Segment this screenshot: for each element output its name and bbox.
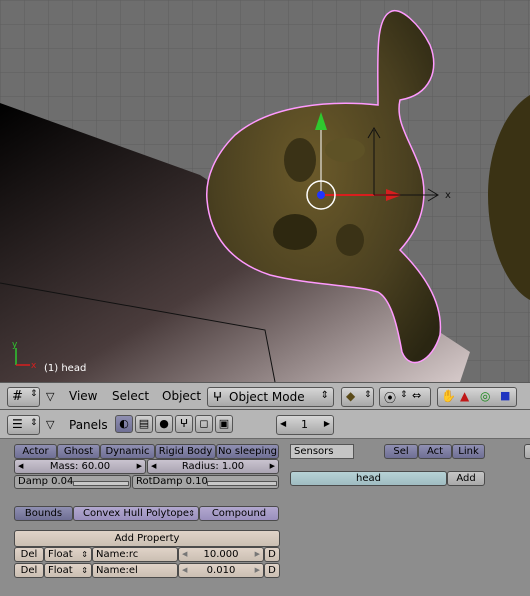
- script-context-icon[interactable]: ▤: [135, 415, 153, 433]
- chevron-updown-icon: ⇕: [81, 566, 88, 575]
- left-arrow-icon: ◀: [280, 419, 287, 428]
- rotdamp-slider-track: [207, 481, 277, 486]
- mass-value: Mass: 60.00: [49, 461, 111, 472]
- property-name-field[interactable]: Name:rc: [92, 547, 178, 562]
- property-debug-toggle[interactable]: D: [264, 547, 280, 562]
- editor-type-button[interactable]: # ⇕: [7, 387, 40, 407]
- property-type-label: Float: [48, 549, 73, 560]
- translate-icon[interactable]: ▲: [460, 389, 469, 403]
- viewport-header: # ⇕ ▽ View Select Object ⵖ Object Mode ⇕…: [0, 382, 530, 410]
- property-value: 10.000: [203, 549, 239, 560]
- mode-label: Object Mode: [229, 390, 305, 404]
- menu-select[interactable]: Select: [112, 389, 149, 403]
- delete-property-button[interactable]: Del: [14, 563, 44, 578]
- viewport-canvas: x x y: [0, 0, 530, 382]
- right-arrow-icon: ▶: [323, 419, 330, 428]
- dynamic-button[interactable]: Dynamic: [100, 444, 155, 459]
- collapse-triangle-icon[interactable]: ▽: [46, 390, 54, 403]
- object-label: (1) head: [44, 363, 87, 374]
- next-column-edge: [524, 444, 530, 459]
- property-type-select[interactable]: Float ⇕: [44, 547, 92, 562]
- rigid-body-button[interactable]: Rigid Body: [155, 444, 216, 459]
- chevron-updown-icon: ⇕: [400, 390, 408, 400]
- collapse-triangle-icon[interactable]: ▽: [46, 418, 54, 431]
- object-context-icon[interactable]: ⵖ: [175, 415, 193, 433]
- right-arrow-icon: ▶: [254, 566, 260, 574]
- 3d-viewport[interactable]: x x y (1) head: [0, 0, 530, 382]
- no-sleeping-button[interactable]: No sleeping: [216, 444, 279, 459]
- mode-select[interactable]: ⵖ Object Mode ⇕: [207, 387, 334, 407]
- buttons-window-icon: ☰: [12, 417, 23, 431]
- rotdamp-slider[interactable]: RotDamp 0.10: [132, 475, 279, 489]
- manipulator-group: ✋ ▲ ◎ ■: [437, 387, 517, 407]
- chevron-updown-icon: ⇕: [320, 390, 329, 401]
- pivot-icon: ⦿: [384, 391, 397, 405]
- scale-icon[interactable]: ■: [500, 389, 510, 402]
- panels-label: Panels: [69, 418, 108, 432]
- bounds-type-select[interactable]: Convex Hull Polytope ⇕: [73, 506, 199, 521]
- chevron-updown-icon: ⇕: [30, 418, 38, 428]
- compound-button[interactable]: Compound: [199, 506, 279, 521]
- svg-text:x: x: [445, 190, 451, 201]
- editor-type-button[interactable]: ☰ ⇕: [7, 415, 40, 435]
- property-type-label: Float: [48, 565, 73, 576]
- sensor-object-name[interactable]: head: [290, 471, 447, 486]
- left-arrow-icon: ◀: [182, 550, 188, 558]
- snap-icon: ⇔: [412, 389, 422, 402]
- property-type-select[interactable]: Float ⇕: [44, 563, 92, 578]
- left-arrow-icon: ◀: [182, 566, 188, 574]
- radius-value: Radius: 1.00: [181, 461, 245, 472]
- pivot-snap-group[interactable]: ⦿ ⇕ ⇔: [379, 387, 431, 407]
- damp-slider[interactable]: Damp 0.04: [14, 475, 131, 489]
- bounds-button[interactable]: Bounds: [14, 506, 73, 521]
- left-arrow-icon: ◀: [18, 462, 24, 470]
- scene-context-icon[interactable]: ▣: [215, 415, 233, 433]
- chevron-updown-icon: ⇕: [81, 550, 88, 559]
- sensors-label: Sensors: [290, 444, 354, 459]
- svg-text:y: y: [12, 340, 18, 350]
- grid-icon: #: [12, 389, 23, 404]
- right-arrow-icon: ▶: [136, 462, 142, 470]
- shading-context-icon[interactable]: ●: [155, 415, 173, 433]
- delete-property-button[interactable]: Del: [14, 547, 44, 562]
- bounds-type-label: Convex Hull Polytope: [82, 508, 190, 519]
- menu-object[interactable]: Object: [162, 389, 201, 403]
- property-value: 0.010: [206, 565, 236, 576]
- object-mode-icon: ⵖ: [213, 390, 223, 404]
- actor-button[interactable]: Actor: [14, 444, 57, 459]
- property-name-field[interactable]: Name:el: [92, 563, 178, 578]
- radius-field[interactable]: ◀ Radius: 1.00 ▶: [147, 459, 279, 474]
- chevron-updown-icon: ⇕: [30, 389, 38, 399]
- draw-type-select[interactable]: ◆ ⇕: [341, 387, 374, 407]
- buttons-header: ☰ ⇕ ▽ Panels ◐ ▤ ● ⵖ ◻ ▣ ◀ 1 ▶: [0, 410, 530, 439]
- add-sensor-button[interactable]: Add: [447, 471, 485, 486]
- logic-context-icon[interactable]: ◐: [115, 415, 133, 433]
- textured-sphere-icon: ◆: [346, 389, 356, 403]
- property-value-field[interactable]: ◀ 10.000 ▶: [178, 547, 264, 562]
- buttons-window: ☰ ⇕ ▽ Panels ◐ ▤ ● ⵖ ◻ ▣ ◀ 1 ▶ Actor Gho…: [0, 410, 530, 596]
- right-arrow-icon: ▶: [254, 550, 260, 558]
- editing-context-icon[interactable]: ◻: [195, 415, 213, 433]
- hand-icon[interactable]: ✋: [441, 389, 456, 403]
- right-arrow-icon: ▶: [269, 462, 275, 470]
- property-value-field[interactable]: ◀ 0.010 ▶: [178, 563, 264, 578]
- chevron-updown-icon: ⇕: [364, 390, 372, 400]
- chevron-updown-icon: ⇕: [188, 509, 195, 518]
- left-arrow-icon: ◀: [151, 462, 157, 470]
- damp-value: Damp 0.04: [18, 476, 74, 487]
- link-toggle[interactable]: Link: [452, 444, 485, 459]
- sel-toggle[interactable]: Sel: [384, 444, 418, 459]
- menu-view[interactable]: View: [69, 389, 97, 403]
- svg-text:x: x: [31, 361, 37, 371]
- mass-field[interactable]: ◀ Mass: 60.00 ▶: [14, 459, 146, 474]
- rotate-icon[interactable]: ◎: [480, 389, 490, 403]
- frame-number-field[interactable]: ◀ 1 ▶: [276, 415, 334, 435]
- act-toggle[interactable]: Act: [418, 444, 452, 459]
- rotdamp-value: RotDamp 0.10: [136, 476, 208, 487]
- property-debug-toggle[interactable]: D: [264, 563, 280, 578]
- damp-slider-track: [73, 481, 129, 486]
- frame-value: 1: [301, 418, 308, 431]
- ghost-button[interactable]: Ghost: [57, 444, 100, 459]
- add-property-button[interactable]: Add Property: [14, 530, 280, 547]
